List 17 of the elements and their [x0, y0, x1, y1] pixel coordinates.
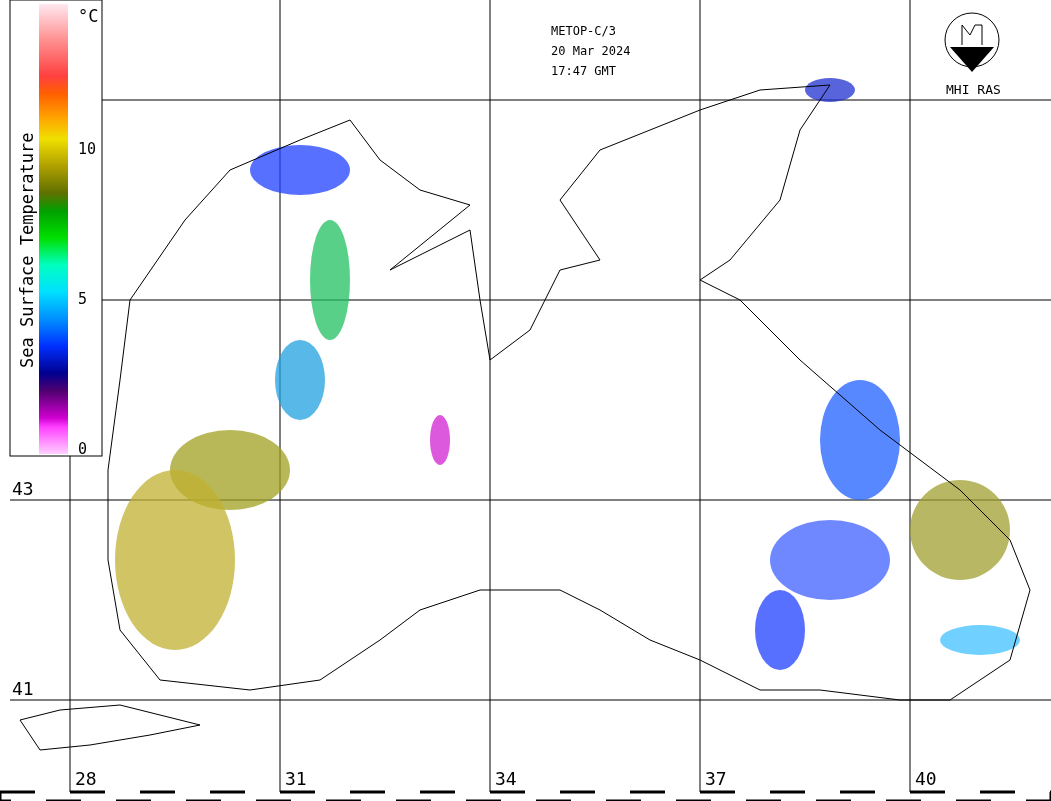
- scale-tick-label: 5: [78, 290, 88, 308]
- satellite-name: METOP-C/3: [551, 24, 617, 38]
- legend-title: Sea Surface Temperature: [17, 132, 37, 368]
- longitude-label: 37: [705, 768, 727, 789]
- latitude-label: 41: [12, 678, 34, 699]
- institute-logo-icon: [944, 12, 1000, 72]
- unit-label: °C: [78, 6, 99, 26]
- scale-tick-label: 10: [78, 140, 97, 158]
- longitude-label: 31: [285, 768, 307, 789]
- longitude-label: 34: [495, 768, 517, 789]
- time-text: 17:47 GMT: [551, 64, 617, 78]
- date-text: 20 Mar 2024: [551, 44, 631, 58]
- latitude-label: 43: [12, 478, 34, 499]
- scale-tick-label: 0: [78, 440, 88, 458]
- longitude-label: 28: [75, 768, 97, 789]
- institute-label: MHI RAS: [946, 82, 1001, 97]
- longitude-label: 40: [915, 768, 937, 789]
